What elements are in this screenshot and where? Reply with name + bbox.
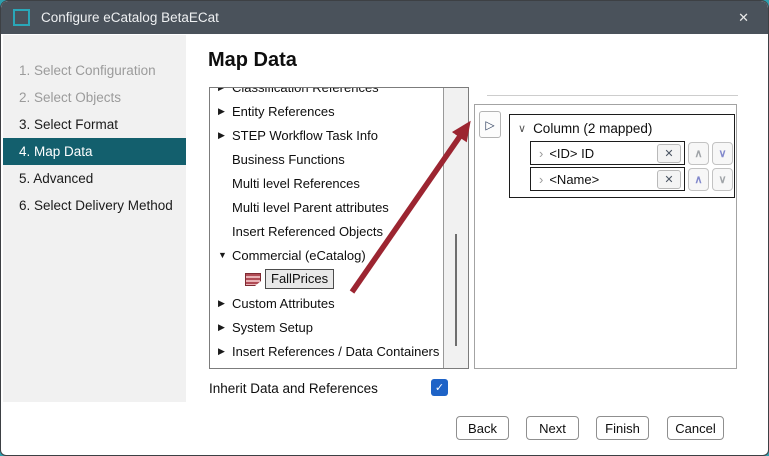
desktop-background: Configure eCatalog BetaECat ✕ 1. Select … xyxy=(0,0,769,456)
chevron-right-icon: › xyxy=(539,172,543,187)
move-down-button[interactable]: ∨ xyxy=(712,142,733,165)
tree-item-label: Insert References / Data Containers xyxy=(232,344,439,359)
tree-item-business-functions[interactable]: Business Functions xyxy=(218,147,468,171)
sidebar-item-select-delivery-method[interactable]: 6. Select Delivery Method xyxy=(3,192,186,219)
mapping-panel: ▷ ∨ Column (2 mapped) ›<ID> ID✕∧∨›<Name>… xyxy=(474,104,737,369)
tree-item-label: Multi level References xyxy=(232,176,360,191)
move-down-button: ∨ xyxy=(712,168,733,191)
finish-button[interactable]: Finish xyxy=(596,416,649,440)
tree-item-label: Business Functions xyxy=(232,152,345,167)
tree-item-classification-references[interactable]: ▶Classification References xyxy=(218,87,468,99)
close-icon[interactable]: ✕ xyxy=(731,8,756,28)
expander-collapsed-icon[interactable]: ▶ xyxy=(218,106,232,117)
inherit-checkbox[interactable]: ✓ xyxy=(431,379,448,396)
remove-mapping-button[interactable]: ✕ xyxy=(657,144,681,163)
tree-item-label: FallPrices xyxy=(265,269,334,289)
expander-collapsed-icon[interactable]: ▶ xyxy=(218,298,232,309)
app-icon xyxy=(13,9,30,26)
chevron-down-icon: ∨ xyxy=(518,122,526,135)
panel-top-rule xyxy=(487,95,738,96)
tree-item-multi-level-parent-attributes[interactable]: Multi level Parent attributes xyxy=(218,195,468,219)
tree-item-fallprices[interactable]: FallPrices xyxy=(218,267,468,291)
remove-mapping-button[interactable]: ✕ xyxy=(657,170,681,189)
tree-scrollbar-thumb[interactable] xyxy=(455,234,457,346)
expand-panel-button[interactable]: ▷ xyxy=(479,111,501,138)
column-group-label: Column (2 mapped) xyxy=(533,121,652,136)
inherit-data-label: Inherit Data and References xyxy=(209,381,378,396)
page-title: Map Data xyxy=(208,49,297,72)
window-title: Configure eCatalog BetaECat xyxy=(41,10,219,25)
tree-item-custom-attributes[interactable]: ▶Custom Attributes xyxy=(218,291,468,315)
tree-item-label: Insert Referenced Objects xyxy=(232,224,383,239)
tree-item-label: STEP Workflow Task Info xyxy=(232,128,378,143)
tree-item-label: Entity References xyxy=(232,104,335,119)
tree-item-commercial-ecatalog[interactable]: ▼Commercial (eCatalog) xyxy=(218,243,468,267)
tree-item-insert-referenced-objects[interactable]: Insert Referenced Objects xyxy=(218,219,468,243)
move-up-button[interactable]: ∧ xyxy=(688,168,709,191)
tree-item-label: System Setup xyxy=(232,320,313,335)
data-tree: ▶Classification References▶Entity Refere… xyxy=(209,87,469,369)
expander-expanded-icon[interactable]: ▼ xyxy=(218,250,232,260)
configure-ecatalog-dialog: Configure eCatalog BetaECat ✕ 1. Select … xyxy=(0,0,769,456)
title-bar: Configure eCatalog BetaECat ✕ xyxy=(1,1,768,34)
tree-item-label: Classification References xyxy=(232,87,379,95)
next-button[interactable]: Next xyxy=(526,416,579,440)
column-group: ∨ Column (2 mapped) ›<ID> ID✕∧∨›<Name>✕∧… xyxy=(509,114,735,198)
expander-collapsed-icon[interactable]: ▶ xyxy=(218,322,232,333)
price-table-icon xyxy=(245,273,261,286)
tree-scrollbar[interactable] xyxy=(443,88,468,368)
mapped-column-row: › <Name> ✕ ∧∨ xyxy=(530,167,734,191)
mapped-column-row: › <ID> ID ✕ ∧∨ xyxy=(530,141,734,165)
chevron-right-icon: › xyxy=(539,146,543,161)
sidebar-item-advanced[interactable]: 5. Advanced xyxy=(3,165,186,192)
mapped-field-name[interactable]: › <Name> ✕ xyxy=(530,167,685,191)
expander-collapsed-icon[interactable]: ▶ xyxy=(218,87,232,93)
tree-item-step-workflow-task-info[interactable]: ▶STEP Workflow Task Info xyxy=(218,123,468,147)
sidebar-item-map-data[interactable]: 4. Map Data xyxy=(3,138,186,165)
tree-item-label: Custom Attributes xyxy=(232,296,335,311)
check-icon: ✓ xyxy=(435,381,444,394)
play-triangle-icon: ▷ xyxy=(485,118,494,132)
sidebar-item-select-configuration: 1. Select Configuration xyxy=(3,57,186,84)
mapped-field-id-id[interactable]: › <ID> ID ✕ xyxy=(530,141,685,165)
tree-item-insert-references-data-containers[interactable]: ▶Insert References / Data Containers xyxy=(218,339,468,363)
tree-item-label: Commercial (eCatalog) xyxy=(232,248,366,263)
mapped-field-label: <ID> ID xyxy=(549,146,651,161)
expander-collapsed-icon[interactable]: ▶ xyxy=(218,346,232,357)
back-button[interactable]: Back xyxy=(456,416,509,440)
mapped-field-label: <Name> xyxy=(549,172,651,187)
move-up-button: ∧ xyxy=(688,142,709,165)
wizard-steps-sidebar: 1. Select Configuration2. Select Objects… xyxy=(3,35,186,402)
column-group-header[interactable]: ∨ Column (2 mapped) xyxy=(518,117,734,139)
tree-item-entity-references[interactable]: ▶Entity References xyxy=(218,99,468,123)
tree-item-system-setup[interactable]: ▶System Setup xyxy=(218,315,468,339)
cancel-button[interactable]: Cancel xyxy=(667,416,724,440)
sidebar-item-select-format[interactable]: 3. Select Format xyxy=(3,111,186,138)
tree-item-label: Multi level Parent attributes xyxy=(232,200,389,215)
expander-collapsed-icon[interactable]: ▶ xyxy=(218,130,232,141)
sidebar-item-select-objects: 2. Select Objects xyxy=(3,84,186,111)
tree-item-multi-level-references[interactable]: Multi level References xyxy=(218,171,468,195)
